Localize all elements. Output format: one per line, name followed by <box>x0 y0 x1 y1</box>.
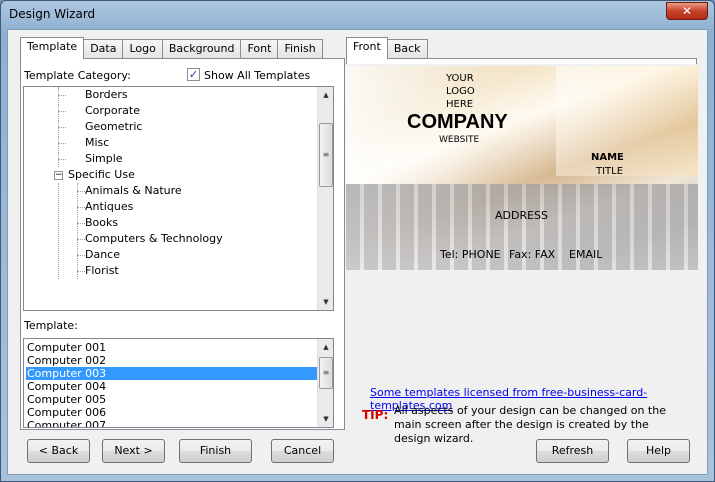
preview-panel-edge <box>346 58 697 64</box>
list-item[interactable]: Computer 007 <box>26 419 317 427</box>
show-all-templates-label[interactable]: Show All Templates <box>204 69 310 82</box>
list-item-selected[interactable]: Computer 003 <box>26 367 317 380</box>
left-tab-strip: Template Data Logo Background Font Finis… <box>20 37 323 59</box>
scroll-thumb[interactable]: ≡ <box>319 123 333 187</box>
tip-label: TIP: <box>362 408 389 422</box>
card-name: NAME <box>591 152 624 163</box>
card-logo-line2: LOGO <box>446 86 475 97</box>
tab-data[interactable]: Data <box>83 39 124 59</box>
template-label: Template: <box>24 319 78 332</box>
finish-button[interactable]: Finish <box>179 439 252 463</box>
scroll-up-icon[interactable]: ▲ <box>318 339 333 355</box>
scroll-down-icon[interactable]: ▼ <box>318 411 333 427</box>
refresh-button[interactable]: Refresh <box>536 439 609 463</box>
list-item[interactable]: Computer 005 <box>26 393 317 406</box>
card-address: ADDRESS <box>495 209 549 222</box>
window-title: Design Wizard <box>9 7 96 21</box>
show-all-templates-checkbox[interactable]: ✓ <box>187 68 200 81</box>
scroll-down-icon[interactable]: ▼ <box>318 294 333 310</box>
card-email: EMAIL <box>569 248 603 261</box>
card-preview: YOUR LOGO HERE COMPANY WEBSITE NAME TITL… <box>346 66 698 270</box>
scroll-thumb[interactable]: ≡ <box>319 357 333 389</box>
tab-finish[interactable]: Finish <box>277 39 323 59</box>
help-button[interactable]: Help <box>627 439 690 463</box>
tab-logo[interactable]: Logo <box>122 39 163 59</box>
next-button[interactable]: Next > <box>102 439 165 463</box>
scroll-up-icon[interactable]: ▲ <box>318 87 333 103</box>
cancel-button[interactable]: Cancel <box>271 439 334 463</box>
back-button[interactable]: < Back <box>27 439 90 463</box>
card-background-highlight <box>556 66 698 176</box>
tree-guide-line <box>77 183 78 279</box>
close-icon[interactable]: ✕ <box>666 2 708 20</box>
template-listbox[interactable]: Computer 001 Computer 002 Computer 003 C… <box>23 338 334 428</box>
card-website: WEBSITE <box>439 135 480 145</box>
tab-front[interactable]: Front <box>346 37 388 59</box>
card-logo-line3: HERE <box>446 99 474 110</box>
tab-font[interactable]: Font <box>240 39 279 59</box>
tab-back[interactable]: Back <box>386 39 428 59</box>
list-item[interactable]: Computer 006 <box>26 406 317 419</box>
template-category-label: Template Category: <box>24 69 131 82</box>
list-item[interactable]: Computer 004 <box>26 380 317 393</box>
title-bar[interactable]: Design Wizard ✕ <box>1 1 714 29</box>
design-wizard-window: Design Wizard ✕ Template Data Logo Backg… <box>0 0 715 482</box>
card-company: COMPANY <box>407 111 508 133</box>
card-logo-line1: YOUR <box>446 73 474 84</box>
tab-template[interactable]: Template <box>20 37 85 59</box>
template-list-scrollbar[interactable]: ▲ ≡ ▼ <box>317 339 333 427</box>
card-fax: Fax: FAX <box>509 248 556 261</box>
preview-tab-strip: Front Back <box>346 37 428 59</box>
tree-guide-line <box>58 183 59 279</box>
tab-background[interactable]: Background <box>161 39 242 59</box>
list-item[interactable]: Computer 002 <box>26 354 317 367</box>
category-scrollbar[interactable]: ▲ ≡ ▼ <box>317 87 333 310</box>
list-item[interactable]: Computer 001 <box>26 341 317 354</box>
template-tab-panel: Template Category: ✓ Show All Templates … <box>20 58 345 430</box>
wizard-client-area: Template Data Logo Background Font Finis… <box>7 29 708 475</box>
card-title: TITLE <box>596 166 624 177</box>
collapse-icon[interactable]: − <box>54 171 63 180</box>
card-tel: Tel: PHONE <box>440 248 501 261</box>
tree-item-specific-use[interactable]: Specific Use <box>68 167 135 183</box>
template-category-tree[interactable]: Borders Corporate Geometric Misc Simple … <box>23 86 334 311</box>
